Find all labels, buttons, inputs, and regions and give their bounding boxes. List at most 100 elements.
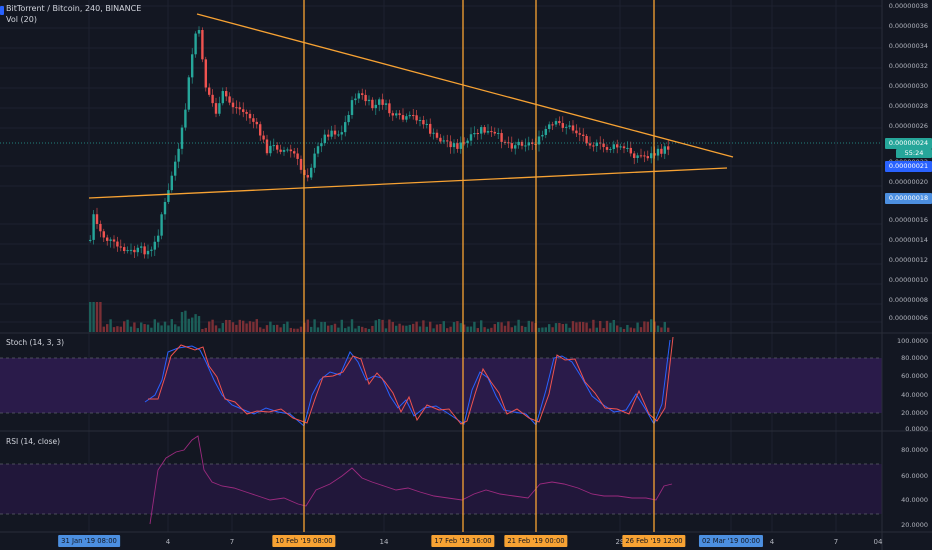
candle-body — [245, 111, 248, 114]
candle-body — [170, 175, 173, 191]
candle-body — [95, 214, 99, 224]
volume-bar — [439, 324, 442, 332]
volume-bar — [401, 325, 405, 332]
candle-body — [561, 123, 564, 128]
candle-body — [361, 93, 364, 95]
volume-bar — [160, 325, 163, 332]
candle-body — [337, 134, 340, 136]
ascending-trendline[interactable] — [88, 167, 728, 199]
volume-bar — [486, 328, 490, 332]
candle-body — [102, 231, 105, 238]
volume-legend[interactable]: Vol (20) — [6, 15, 37, 24]
volume-bar — [544, 327, 547, 332]
volume-layer — [89, 302, 670, 332]
candle-body — [510, 143, 513, 149]
rsi-tick: 80.0000 — [901, 446, 928, 454]
candle-body — [524, 145, 527, 147]
candle-body — [371, 99, 374, 109]
legend-collapse-button[interactable] — [0, 6, 4, 15]
candle-body — [551, 124, 554, 126]
candle-body — [585, 135, 588, 144]
volume-bar — [548, 324, 551, 332]
candle-body — [575, 130, 578, 134]
candle-body — [197, 30, 201, 34]
candle-body — [180, 127, 184, 149]
volume-bar — [350, 319, 354, 332]
date-tag-10feb: 10 Feb '19 08:00 — [272, 535, 336, 547]
candle-body — [357, 93, 360, 99]
symbol-title: BitTorrent / Bitcoin, 240, BINANCE — [6, 4, 142, 13]
candle-body — [89, 239, 92, 241]
candle-body — [231, 102, 235, 108]
candle-body — [272, 145, 275, 147]
candle-body — [136, 247, 139, 253]
price-tick: 0.00000026 — [888, 122, 928, 130]
price-tick: 0.00000010 — [888, 276, 928, 284]
rsi-legend[interactable]: RSI (14, close) — [6, 437, 60, 446]
volume-bar — [184, 310, 187, 332]
volume-bar — [310, 326, 313, 332]
volume-bar — [612, 319, 615, 332]
volume-bar — [660, 327, 663, 332]
volume-bar — [180, 312, 184, 332]
candle-body — [415, 115, 418, 121]
volume-bar — [208, 321, 211, 332]
candle-body — [643, 155, 646, 157]
candle-body — [150, 249, 153, 251]
candle-body — [184, 109, 187, 128]
volume-bar — [418, 326, 422, 332]
volume-bar — [194, 314, 197, 332]
volume-bar — [92, 302, 95, 332]
chart-canvas[interactable] — [0, 0, 932, 550]
candle-body — [276, 145, 279, 150]
candle-body — [208, 87, 211, 95]
volume-bar — [514, 325, 517, 332]
date-tag-17feb: 17 Feb '19 16:00 — [431, 535, 495, 547]
volume-bar — [364, 328, 367, 332]
candle-body — [248, 113, 252, 119]
candle-body — [163, 201, 167, 215]
volume-bar — [126, 319, 129, 332]
volume-bar — [279, 327, 282, 332]
candle-body — [446, 140, 449, 142]
volume-bar — [177, 326, 180, 332]
volume-bar — [609, 322, 612, 332]
grid-layer — [0, 0, 882, 532]
chart-workspace[interactable]: BitTorrent / Bitcoin, 240, BINANCE Vol (… — [0, 0, 932, 550]
volume-bar — [442, 321, 445, 332]
volume-bar — [119, 326, 122, 332]
candle-body — [452, 143, 456, 148]
volume-bar — [143, 324, 146, 332]
stoch-legend[interactable]: Stoch (14, 3, 3) — [6, 338, 64, 347]
candle-body — [344, 122, 347, 133]
candle-body — [418, 120, 422, 122]
volume-bar — [299, 326, 303, 332]
stoch-band — [0, 358, 882, 413]
candle-body — [578, 133, 581, 135]
volume-bar — [167, 325, 170, 332]
candle-body — [112, 239, 116, 242]
volume-bar — [231, 322, 235, 332]
volume-bar — [327, 325, 330, 332]
volume-bar — [422, 320, 425, 332]
current-price-tag: 0.00000024 — [885, 138, 932, 149]
volume-bar — [106, 324, 109, 332]
candle-body — [412, 115, 415, 117]
candle-body — [214, 103, 218, 114]
candle-body — [194, 33, 197, 55]
time-tick: 4 — [165, 538, 171, 546]
volume-bar — [391, 321, 394, 332]
time-tick: 14 — [379, 538, 389, 546]
candle-body — [667, 146, 670, 150]
candle-body — [517, 141, 520, 146]
volume-bar — [286, 321, 289, 332]
candle-body — [408, 115, 411, 117]
descending-trendline[interactable] — [196, 13, 734, 158]
time-tick: 04 — [873, 538, 883, 546]
volume-bar — [313, 319, 316, 332]
candle-body — [432, 132, 435, 134]
volume-bar — [265, 325, 269, 332]
volume-bar — [456, 321, 459, 332]
volume-bar — [663, 321, 666, 332]
volume-bar — [354, 328, 357, 332]
